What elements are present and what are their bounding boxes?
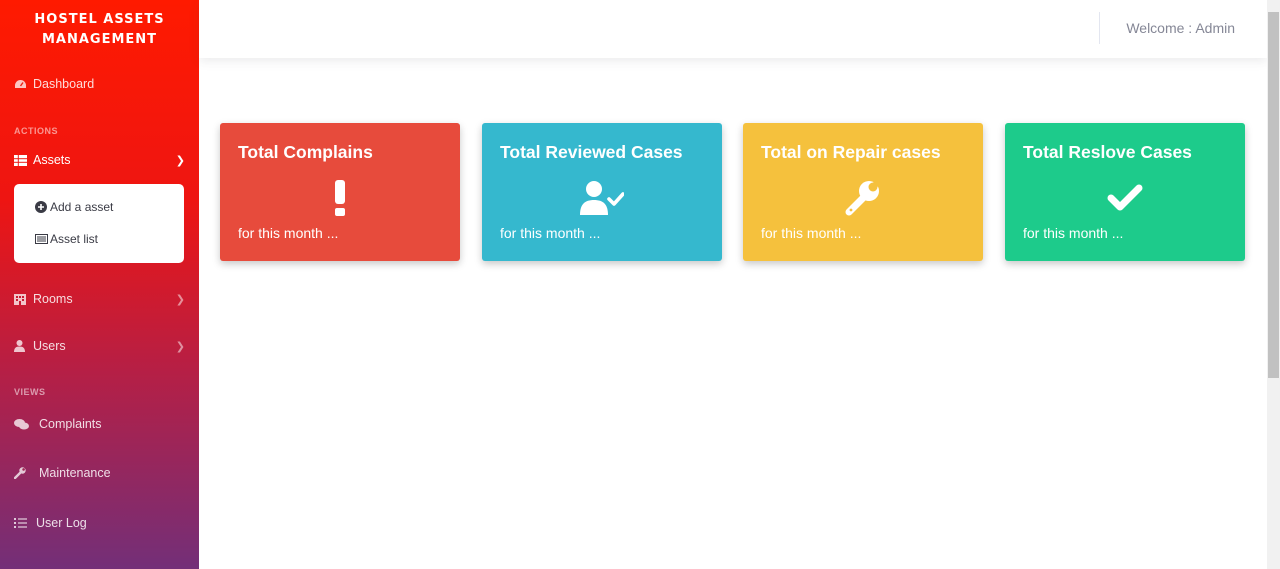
sidebar-item-label: Maintenance [39,466,111,480]
card-title: Total on Repair cases [761,142,941,162]
card-title: Total Reviewed Cases [500,142,683,162]
card-title: Total Complains [238,142,373,162]
section-heading-views: VIEWS [14,387,46,397]
sidebar-item-label: Users [33,339,66,353]
sidebar-item-user-log[interactable]: User Log [14,516,185,530]
sidebar-item-label: Assets [33,153,71,167]
wrench-icon [841,178,885,218]
card-total-complains[interactable]: Total Complains for this month ... [220,123,460,261]
user-icon [14,340,30,352]
wrench-icon [14,467,36,479]
plus-circle-icon [35,201,50,213]
table-icon [14,154,30,166]
card-title: Total Reslove Cases [1023,142,1192,162]
card-subtitle: for this month ... [500,225,601,241]
sidebar-item-maintenance[interactable]: Maintenance [14,466,185,480]
exclamation-icon [318,178,362,218]
sidebar-item-label: Complaints [39,417,102,431]
sidebar-item-label: Rooms [33,292,73,306]
sidebar-item-rooms[interactable]: Rooms ❯ [14,292,185,306]
sidebar-item-dashboard[interactable]: Dashboard [14,77,185,91]
user-menu-welcome[interactable]: Welcome : Admin [1126,20,1235,36]
topbar-divider [1099,12,1100,44]
submenu-item-asset-list[interactable]: Asset list [35,229,184,249]
sidebar-item-users[interactable]: Users ❯ [14,339,185,353]
sidebar-item-label: Dashboard [33,77,95,91]
topbar: Welcome : Admin [199,0,1267,58]
list-alt-icon [35,234,50,244]
chevron-right-icon: ❯ [175,154,185,167]
card-subtitle: for this month ... [238,225,339,241]
list-icon [14,518,33,528]
building-icon [14,293,30,305]
card-total-reslove-cases[interactable]: Total Reslove Cases for this month ... [1005,123,1245,261]
card-total-on-repair-cases[interactable]: Total on Repair cases for this month ... [743,123,983,261]
sidebar-item-label: User Log [36,516,87,530]
brand-title[interactable]: HOSTEL ASSETS MANAGEMENT [0,0,199,58]
check-icon [1103,178,1147,218]
card-total-reviewed-cases[interactable]: Total Reviewed Cases for this month ... [482,123,722,261]
brand-line-1: HOSTEL ASSETS [34,12,165,27]
submenu-item-add-asset[interactable]: Add a asset [35,197,184,217]
assets-submenu: Add a asset Asset list [14,184,184,263]
user-check-icon [580,178,624,218]
sidebar: HOSTEL ASSETS MANAGEMENT Dashboard ACTIO… [0,0,199,569]
tachometer-icon [14,79,30,90]
brand-line-2: MANAGEMENT [41,32,158,47]
submenu-item-label: Add a asset [50,200,114,214]
chevron-right-icon: ❯ [175,340,185,353]
card-subtitle: for this month ... [761,225,862,241]
section-heading-actions: ACTIONS [14,126,58,136]
submenu-item-label: Asset list [50,232,99,246]
sidebar-item-assets[interactable]: Assets ❯ [14,153,185,167]
chevron-right-icon: ❯ [175,293,185,306]
sidebar-item-complaints[interactable]: Complaints [14,417,185,431]
card-subtitle: for this month ... [1023,225,1124,241]
comments-icon [14,418,36,430]
page-scrollbar-thumb[interactable] [1268,12,1279,378]
